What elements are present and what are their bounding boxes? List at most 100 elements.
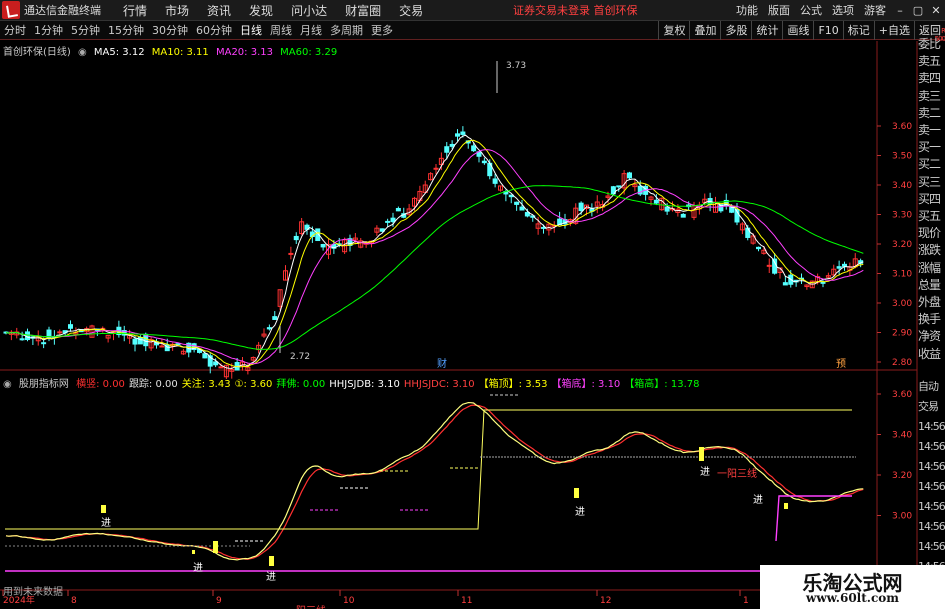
period-tab-2[interactable]: 5分钟 [67, 22, 104, 38]
side-panel-lower-item-5[interactable]: 14:56 [918, 477, 945, 496]
sub-legend-item-5: HHJSJDB: 3.10 [329, 379, 400, 390]
candle-body [492, 178, 498, 184]
menu-right-item-4[interactable]: 游客 [859, 2, 891, 18]
main-axis-label-7: 2.90 [892, 329, 912, 339]
candle-body [481, 160, 487, 164]
side-panel-item-5[interactable]: 卖一 [918, 121, 945, 140]
sub-axis-label-1: 3.40 [892, 431, 912, 441]
candle-body [680, 213, 686, 218]
side-panel-item-1[interactable]: 卖五 [918, 52, 945, 71]
candle-body [202, 353, 208, 359]
high-annotation: 3.73 [506, 61, 526, 71]
main-axis-label-4: 3.20 [892, 240, 912, 250]
period-tab-3[interactable]: 15分钟 [104, 22, 148, 38]
side-panel-item-11[interactable]: 现价 [918, 224, 945, 243]
side-panel-lower-item-7[interactable]: 14:56 [918, 517, 945, 536]
side-panel-lower-item-3[interactable]: 14:56 [918, 437, 945, 456]
menu-right-item-1[interactable]: 版面 [763, 2, 795, 18]
menu-item-3[interactable]: 发现 [240, 2, 282, 19]
candle-body [390, 217, 396, 223]
menu-item-4[interactable]: 问小达 [282, 2, 336, 19]
side-panel-item-7[interactable]: 买二 [918, 155, 945, 174]
menu-bar: 通达信金融终端 行情 市场 资讯 发现 问小达 财富圈 交易 证券交易未登录 首创环保 功能… [0, 0, 945, 21]
time-label-1: 8 [71, 596, 77, 606]
tool-button-2[interactable]: 多股 [720, 20, 751, 40]
side-panel-lower-item-2[interactable]: 14:56 [918, 417, 945, 436]
sub-legend-item-0: 横竖: 0.00 [76, 379, 125, 390]
candle-body [159, 345, 165, 348]
side-panel-item-2[interactable]: 卖四 [918, 69, 945, 88]
signal-block-1 [213, 541, 218, 553]
period-tab-9[interactable]: 多周期 [326, 22, 367, 38]
ma-settings-icon[interactable]: ◉ [78, 47, 87, 58]
menu-right-item-2[interactable]: 公式 [795, 2, 827, 18]
candle-body [653, 199, 659, 204]
candle-body [449, 143, 455, 147]
signal-block-3 [192, 550, 195, 554]
menu-item-6[interactable]: 交易 [390, 2, 432, 19]
period-toolbar: 分时 1分钟 5分钟 15分钟 30分钟 60分钟 日线 周线 月线 多周期 更多 复权 叠加 多股 统计… [0, 20, 945, 40]
side-panel-item-16[interactable]: 换手 [918, 310, 945, 329]
side-panel-item-0[interactable]: 委比 [918, 35, 945, 54]
candle-body [385, 220, 391, 223]
side-panel-item-10[interactable]: 买五 [918, 207, 945, 226]
period-tab-1[interactable]: 1分钟 [30, 22, 67, 38]
period-tab-6[interactable]: 日线 [236, 22, 266, 38]
side-panel-item-3[interactable]: 卖三 [918, 87, 945, 106]
side-panel-item-9[interactable]: 买四 [918, 190, 945, 209]
period-tab-10[interactable]: 更多 [367, 22, 397, 38]
period-tab-5[interactable]: 60分钟 [192, 22, 236, 38]
sub-axis-label-2: 3.20 [892, 471, 912, 481]
side-panel-lower-item-1[interactable]: 交易 [918, 397, 945, 416]
chart-area[interactable]: 3.60 3.50 3.40 3.30 3.20 3.10 3.00 2.90 2.80 3.60… [0, 27, 945, 609]
menu-right-item-0[interactable]: 功能 [731, 2, 763, 18]
period-tab-0[interactable]: 分时 [0, 22, 30, 38]
tool-button-1[interactable]: 叠加 [689, 20, 720, 40]
low-annotation: 2.72 [290, 352, 310, 362]
side-panel-lower-item-8[interactable]: 14:56 [918, 537, 945, 556]
side-panel-item-14[interactable]: 总量 [918, 276, 945, 295]
menu-item-1[interactable]: 市场 [156, 2, 198, 19]
tool-button-3[interactable]: 统计 [751, 20, 782, 40]
tool-button-5[interactable]: F10 [813, 20, 842, 40]
signal-block-6 [784, 503, 788, 509]
candle-body [745, 227, 751, 238]
maximize-icon[interactable]: ▢ [909, 2, 927, 18]
minimize-icon[interactable]: – [891, 2, 909, 18]
side-panel-item-15[interactable]: 外盘 [918, 293, 945, 312]
tool-button-0[interactable]: 复权 [658, 20, 689, 40]
side-panel-item-8[interactable]: 买三 [918, 173, 945, 192]
sub-legend-item-6: HHJSJDC: 3.10 [403, 379, 475, 390]
period-tab-8[interactable]: 月线 [296, 22, 326, 38]
close-icon[interactable]: ✕ [927, 2, 945, 18]
tool-button-7[interactable]: +自选 [873, 20, 914, 40]
side-panel-lower-item-4[interactable]: 14:56 [918, 457, 945, 476]
side-panel-lower-item-6[interactable]: 14:56 [918, 497, 945, 516]
side-panel-item-12[interactable]: 涨跌 [918, 241, 945, 260]
period-tab-4[interactable]: 30分钟 [148, 22, 192, 38]
menu-item-0[interactable]: 行情 [114, 2, 156, 19]
candle-body [471, 145, 477, 152]
menu-right-item-3[interactable]: 选项 [827, 2, 859, 18]
side-panel-item-4[interactable]: 卖二 [918, 104, 945, 123]
signal-block-2 [269, 556, 274, 566]
tool-button-6[interactable]: 标记 [842, 20, 874, 40]
sub-legend-item-8: 【箱底】: 3.10 [551, 379, 621, 390]
kline-chart[interactable]: 3.60 3.50 3.40 3.30 3.20 3.10 3.00 2.90 2.80 3.60… [0, 41, 945, 609]
menu-item-2[interactable]: 资讯 [198, 2, 240, 19]
side-panel-item-6[interactable]: 买一 [918, 138, 945, 157]
login-notice[interactable]: 证券交易未登录 首创环保 [513, 2, 638, 18]
side-panel-item-18[interactable]: 收益 [918, 345, 945, 364]
side-panel-item-13[interactable]: 涨幅 [918, 259, 945, 278]
entry-label-3: 进 [575, 506, 585, 518]
side-panel-item-17[interactable]: 净资 [918, 327, 945, 346]
candle-body [213, 361, 219, 366]
period-tab-7[interactable]: 周线 [266, 22, 296, 38]
yiyang-label-1: 一阳三线 [286, 604, 326, 609]
menu-item-5[interactable]: 财富圈 [336, 2, 390, 19]
candle-body [836, 266, 842, 269]
sub-settings-icon[interactable]: ◉ [3, 379, 12, 390]
side-panel-lower-item-0[interactable]: 自动 [918, 377, 945, 396]
tool-button-4[interactable]: 画线 [782, 20, 813, 40]
period-tabs: 分时 1分钟 5分钟 15分钟 30分钟 60分钟 日线 周线 月线 多周期 更多 [0, 22, 397, 38]
